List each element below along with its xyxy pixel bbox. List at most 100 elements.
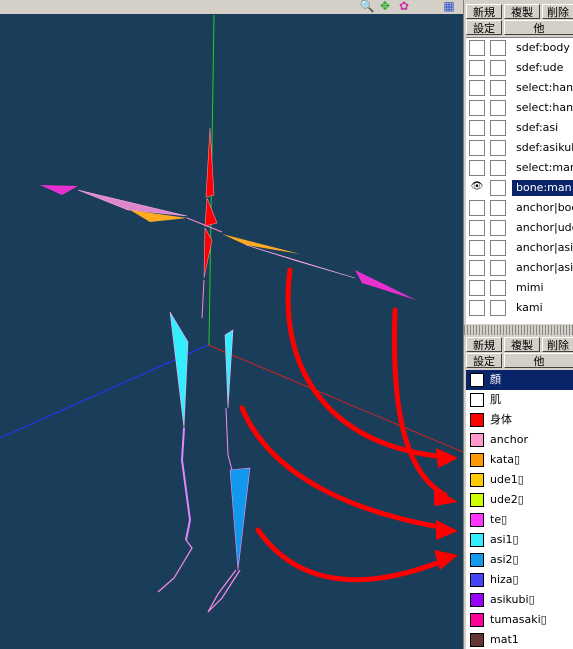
material-row[interactable]: ude1▯ xyxy=(466,470,573,490)
object-row[interactable]: sdef:asi xyxy=(466,118,573,138)
material-copy-button[interactable]: 複製 xyxy=(504,337,540,352)
visibility-toggle[interactable] xyxy=(469,140,485,156)
material-row[interactable]: ude2▯ xyxy=(466,490,573,510)
material-name: 肌 xyxy=(490,393,501,406)
object-row[interactable]: anchor|body xyxy=(466,198,573,218)
object-new-button[interactable]: 新規 xyxy=(466,4,502,19)
material-settings-button[interactable]: 設定 xyxy=(466,353,502,368)
visibility-toggle[interactable] xyxy=(469,160,485,176)
object-row[interactable]: kami xyxy=(466,298,573,318)
object-row[interactable]: sdef:asikubi xyxy=(466,138,573,158)
material-row[interactable]: kata▯ xyxy=(466,450,573,470)
object-row[interactable]: anchor|asi xyxy=(466,238,573,258)
material-row[interactable]: 身体 xyxy=(466,410,573,430)
material-list[interactable]: 顔肌身体 anchor kata▯ ude1▯ ude2▯ te▯ asi1▯ asi2▯ hi… xyxy=(466,370,573,649)
lock-toggle[interactable] xyxy=(490,260,506,276)
lock-toggle[interactable] xyxy=(490,100,506,116)
lock-toggle[interactable] xyxy=(490,280,506,296)
object-name: select:handle xyxy=(516,81,573,94)
object-row[interactable]: 👁 bone:man xyxy=(466,178,573,198)
material-row[interactable]: anchor xyxy=(466,430,573,450)
material-row[interactable]: asi1▯ xyxy=(466,530,573,550)
object-name: anchor|asiku xyxy=(516,261,573,274)
annotation-arrow-2 xyxy=(391,307,448,498)
object-row[interactable]: anchor|asiku xyxy=(466,258,573,278)
object-name: sdef:body xyxy=(516,41,570,54)
material-name: kata▯ xyxy=(490,453,521,466)
lock-toggle[interactable] xyxy=(490,220,506,236)
material-other-button[interactable]: 他 xyxy=(504,353,573,368)
lock-toggle[interactable] xyxy=(490,120,506,136)
material-name: anchor xyxy=(490,433,528,446)
lock-toggle[interactable] xyxy=(490,240,506,256)
material-row[interactable]: asi2▯ xyxy=(466,550,573,570)
lock-toggle[interactable] xyxy=(490,40,506,56)
bone-shoulder-left xyxy=(40,185,78,195)
material-row[interactable]: tumasaki▯ xyxy=(466,610,573,630)
object-settings-button[interactable]: 設定 xyxy=(466,20,502,35)
lock-toggle[interactable] xyxy=(490,140,506,156)
material-row[interactable]: 肌 xyxy=(466,390,573,410)
object-delete-button[interactable]: 削除 xyxy=(542,4,573,19)
material-color-swatch xyxy=(470,553,484,567)
visibility-toggle[interactable] xyxy=(469,80,485,96)
3d-viewport[interactable]: 🔍 ✥ ✿ ▦ xyxy=(0,0,463,649)
object-name: anchor|asi xyxy=(516,241,573,254)
lock-toggle[interactable] xyxy=(490,80,506,96)
object-row[interactable]: sdef:body xyxy=(466,38,573,58)
lock-toggle[interactable] xyxy=(490,160,506,176)
material-row[interactable]: mat1 xyxy=(466,630,573,649)
material-name: asi1▯ xyxy=(490,533,519,546)
material-row[interactable]: 顔 xyxy=(466,370,573,390)
material-row[interactable]: asikubi▯ xyxy=(466,590,573,610)
visibility-toggle[interactable] xyxy=(469,120,485,136)
material-color-swatch xyxy=(470,593,484,607)
visibility-toggle[interactable] xyxy=(469,220,485,236)
material-color-swatch xyxy=(470,393,484,407)
material-name: ude2▯ xyxy=(490,493,524,506)
material-name: ude1▯ xyxy=(490,473,524,486)
move-icon[interactable]: ✥ xyxy=(378,0,392,13)
object-name: select:manfa xyxy=(516,161,573,174)
lock-toggle[interactable] xyxy=(490,200,506,216)
arrowhead-4 xyxy=(434,550,458,570)
object-copy-button[interactable]: 複製 xyxy=(504,4,540,19)
material-delete-button[interactable]: 削除 xyxy=(542,337,573,352)
object-row[interactable]: sdef:ude xyxy=(466,58,573,78)
bone-head xyxy=(205,127,215,198)
visibility-toggle[interactable] xyxy=(469,40,485,56)
lock-toggle[interactable] xyxy=(490,60,506,76)
visibility-toggle[interactable] xyxy=(469,200,485,216)
eye-icon[interactable]: 👁 xyxy=(469,180,485,196)
object-name: sdef:asi xyxy=(516,121,559,134)
color-icon[interactable]: ▦ xyxy=(442,0,456,13)
visibility-toggle[interactable] xyxy=(469,280,485,296)
material-name: asikubi▯ xyxy=(490,593,535,606)
material-name: mat1 xyxy=(490,633,519,646)
arrowhead-2 xyxy=(434,488,458,506)
object-list[interactable]: sdef:body sdef:ude select:handle select:han… xyxy=(466,37,573,324)
visibility-toggle[interactable] xyxy=(469,60,485,76)
lock-toggle[interactable] xyxy=(490,300,506,316)
visibility-toggle[interactable] xyxy=(469,300,485,316)
object-row[interactable]: mimi xyxy=(466,278,573,298)
object-row[interactable]: select:manfa xyxy=(466,158,573,178)
rotate-icon[interactable]: ✿ xyxy=(397,0,411,13)
lock-toggle[interactable] xyxy=(490,180,506,196)
bone-thigh-left xyxy=(169,311,189,429)
material-row[interactable]: hiza▯ xyxy=(466,570,573,590)
object-row[interactable]: anchor|ude xyxy=(466,218,573,238)
panel-splitter[interactable] xyxy=(464,325,573,335)
material-name: te▯ xyxy=(490,513,508,526)
object-other-button[interactable]: 他 xyxy=(504,20,573,35)
visibility-toggle[interactable] xyxy=(469,100,485,116)
object-row[interactable]: select:handle xyxy=(466,98,573,118)
visibility-toggle[interactable] xyxy=(469,260,485,276)
material-color-swatch xyxy=(470,533,484,547)
magnify-icon[interactable]: 🔍 xyxy=(360,0,375,13)
visibility-toggle[interactable] xyxy=(469,240,485,256)
material-row[interactable]: te▯ xyxy=(466,510,573,530)
object-row[interactable]: select:handle xyxy=(466,78,573,98)
scene-canvas[interactable] xyxy=(0,0,463,649)
material-new-button[interactable]: 新規 xyxy=(466,337,502,352)
